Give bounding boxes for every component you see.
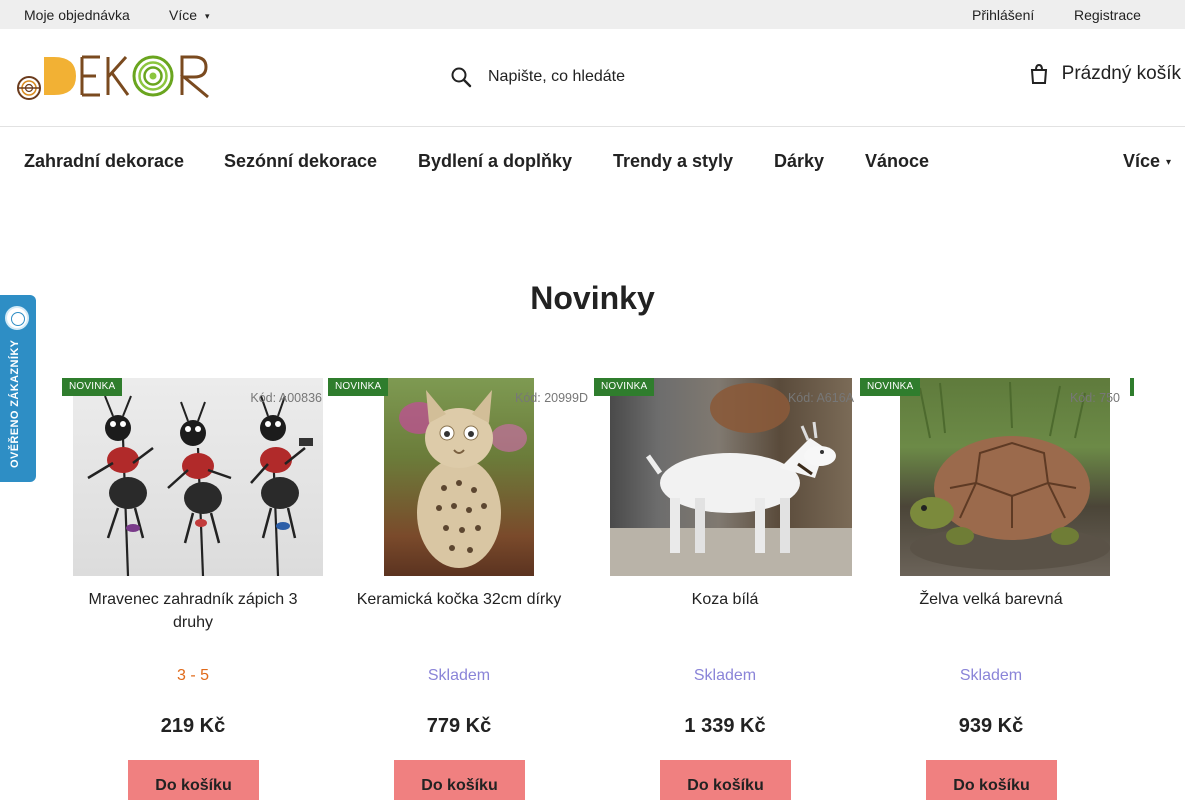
search-input[interactable]: Napište, co hledáte [488, 68, 625, 86]
product-image[interactable] [384, 378, 534, 576]
product-name[interactable]: Mravenec zahradník zápich 3 druhy [68, 588, 318, 634]
product-image-box [592, 378, 858, 576]
search-icon [448, 64, 474, 90]
product-code: Kód: 750 [1069, 391, 1120, 405]
product-carousel: NOVINKA Kód: A00836 Mravenec zahradník z… [60, 378, 1185, 800]
top-utility-bar: Moje objednávka Více ▾ Přihlášení Registr… [0, 0, 1185, 29]
nav-item-garden-decor[interactable]: Zahradní dekorace [24, 151, 184, 172]
availability: Skladem [693, 667, 757, 684]
nav-more-menu[interactable]: Více ▾ [1123, 151, 1171, 172]
product-image-box [326, 378, 592, 576]
new-badge: NOVINKA [328, 378, 389, 396]
product-card: NOVINKA Kód: 750 Želva velká barevná Skl… [858, 378, 1124, 800]
nav-item-trends[interactable]: Trendy a styly [613, 151, 733, 172]
chevron-down-icon: ▾ [205, 11, 210, 21]
product-code: Kód: A00836 [250, 391, 322, 405]
verified-badge-text: OVĚŘENO ZÁKAZNÍKY [9, 339, 21, 469]
add-to-cart-button[interactable]: Do košíku [926, 760, 1057, 800]
login-link[interactable]: Přihlášení [972, 7, 1034, 23]
add-to-cart-button[interactable]: Do košíku [660, 760, 791, 800]
product-card: NOVINKA Kód: A00836 Mravenec zahradník z… [60, 378, 326, 800]
product-image[interactable] [900, 378, 1110, 576]
product-price: 219 Kč [160, 715, 226, 737]
product-code: Kód: A616A [787, 391, 854, 405]
verified-customers-badge[interactable]: OVĚŘENO ZÁKAZNÍKY [0, 295, 36, 482]
nav-item-living[interactable]: Bydlení a doplňky [418, 151, 572, 172]
product-name[interactable]: Koza bílá [600, 588, 850, 611]
product-card: NOVINKA Kód: A616A Koza bílá Skladem 1 3… [592, 378, 858, 800]
add-to-cart-button[interactable]: Do košíku [128, 760, 259, 800]
product-card-partial [1124, 378, 1185, 800]
new-badge: NOVINKA [594, 378, 655, 396]
product-image[interactable] [610, 378, 852, 576]
availability: 3 - 5 [176, 667, 209, 684]
nav-item-seasonal-decor[interactable]: Sezónní dekorace [224, 151, 377, 172]
nav-item-gifts[interactable]: Dárky [774, 151, 824, 172]
nav-item-christmas[interactable]: Vánoce [865, 151, 929, 172]
availability: Skladem [959, 667, 1023, 684]
register-link[interactable]: Registrace [1074, 7, 1141, 23]
availability: Skladem [427, 667, 491, 684]
cart-label: Prázdný košík [1061, 63, 1181, 84]
new-badge: NOVINKA [62, 378, 123, 396]
chevron-down-icon: ▾ [1165, 157, 1171, 168]
product-price: 779 Kč [426, 715, 492, 737]
product-price: 939 Kč [958, 715, 1024, 737]
site-logo[interactable] [16, 53, 212, 101]
section-title: Novinky [530, 280, 655, 316]
nav-more-label: Více [1122, 151, 1160, 171]
product-name[interactable]: Želva velká barevná [866, 588, 1116, 611]
product-image[interactable] [72, 378, 323, 576]
top-more-label: Více [169, 7, 198, 23]
cart-icon [1028, 63, 1050, 85]
main-navigation: Zahradní dekorace Sezónní dekorace Bydle… [0, 127, 1185, 195]
product-image-box [60, 378, 326, 576]
product-name[interactable]: Keramická kočka 32cm dírky [334, 588, 584, 611]
product-code: Kód: 20999D [515, 391, 588, 405]
new-badge [1130, 378, 1134, 396]
top-more-menu[interactable]: Více ▾ [169, 7, 210, 23]
cart-button[interactable]: Prázdný košík [1028, 63, 1181, 85]
search-box[interactable]: Napište, co hledáte [448, 57, 768, 97]
new-badge: NOVINKA [860, 378, 921, 396]
add-to-cart-button[interactable]: Do košíku [394, 760, 525, 800]
my-order-link[interactable]: Moje objednávka [24, 7, 130, 23]
product-image-box [858, 378, 1124, 576]
product-card: NOVINKA Kód: 20999D Keramická kočka 32cm… [326, 378, 592, 800]
site-header: Napište, co hledáte Prázdný košík [0, 29, 1185, 127]
product-price: 1 339 Kč [684, 715, 766, 737]
